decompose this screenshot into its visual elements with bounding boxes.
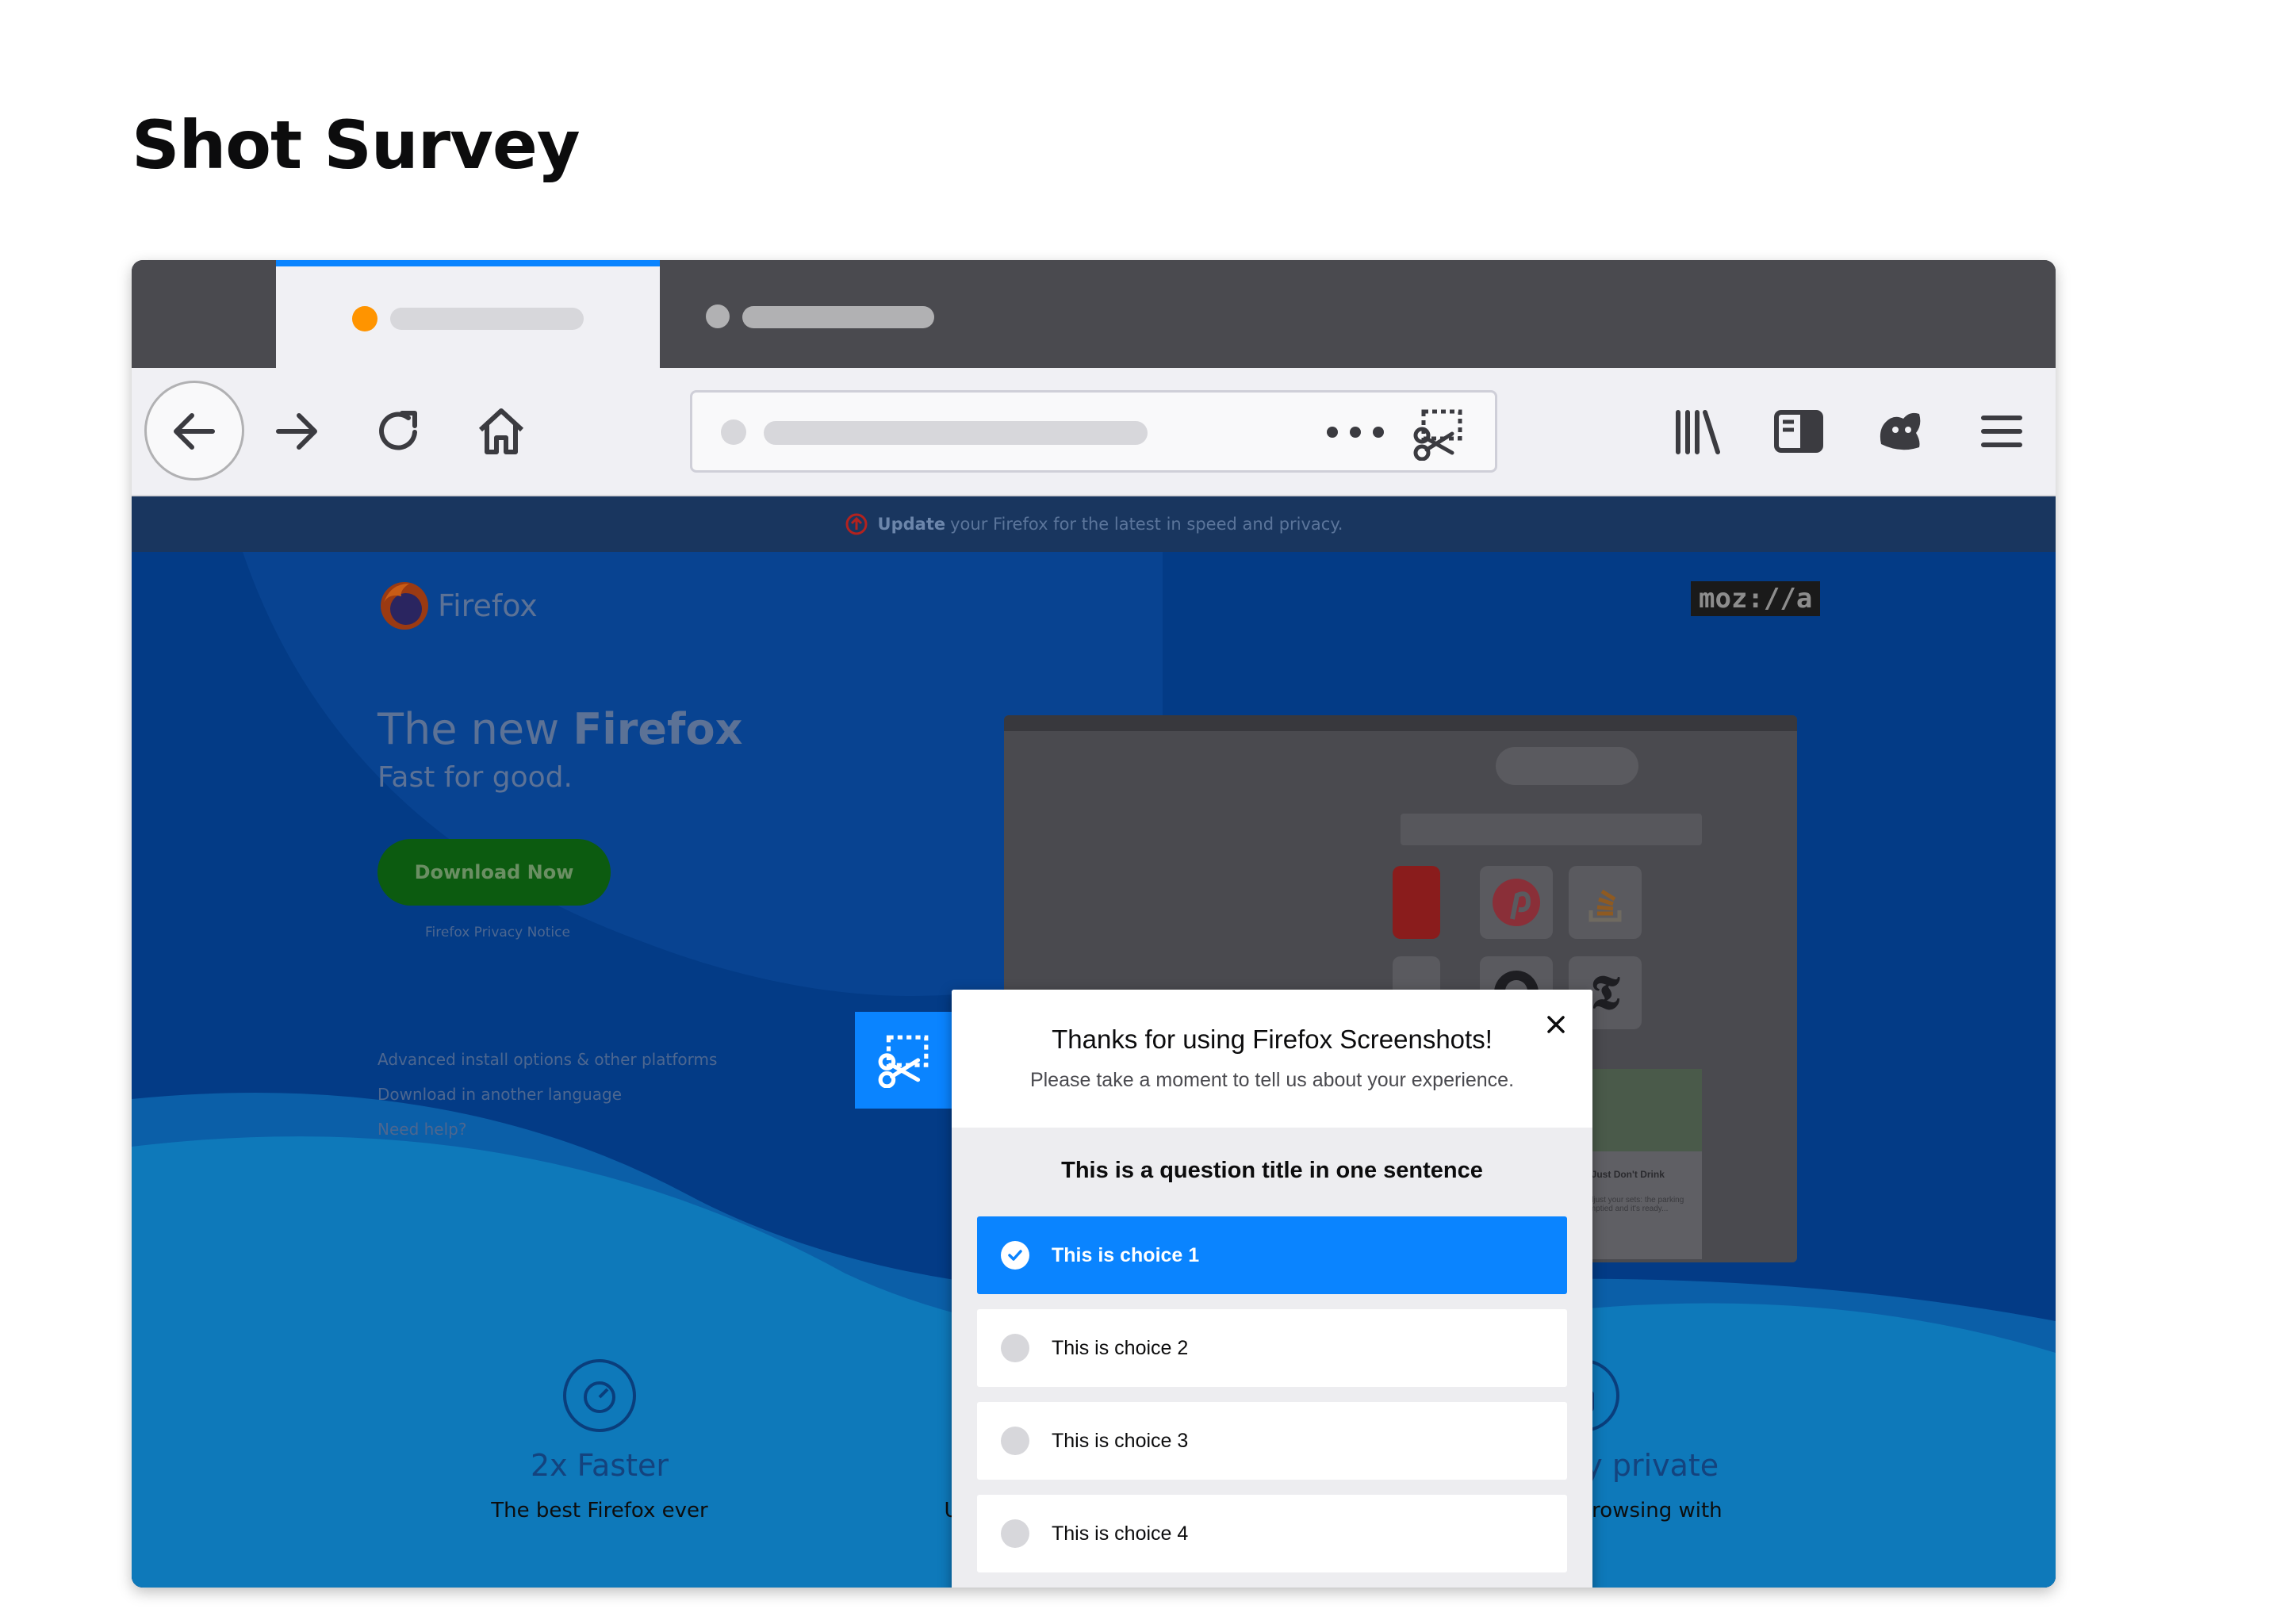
forward-arrow-icon[interactable] [260, 395, 333, 468]
url-placeholder [764, 421, 1148, 445]
choice-option-3[interactable]: This is choice 3 [977, 1402, 1567, 1480]
question-title: This is a question title in one sentence [1061, 1158, 1483, 1183]
tab-title-placeholder [390, 308, 584, 330]
screenshots-icon [878, 1035, 929, 1088]
survey-title: Thanks for using Firefox Screenshots! [1052, 1025, 1493, 1054]
tab-strip [132, 260, 2056, 368]
survey-subtitle: Please take a moment to tell us about yo… [1029, 1069, 1515, 1091]
page-actions-icon[interactable] [1327, 413, 1384, 451]
page-title: Shot Survey [132, 106, 581, 184]
checkmark-icon [1001, 1241, 1029, 1270]
url-bar[interactable] [690, 390, 1497, 473]
nav-toolbar [132, 368, 2056, 496]
survey-header: Thanks for using Firefox Screenshots! Pl… [952, 990, 1592, 1128]
tab-favicon-icon [352, 306, 377, 331]
choice-option-1[interactable]: This is choice 1 [977, 1216, 1567, 1294]
choice-label: This is choice 1 [1052, 1243, 1200, 1266]
home-icon[interactable] [465, 395, 538, 468]
choice-option-2[interactable]: This is choice 2 [977, 1309, 1567, 1387]
radio-icon [1001, 1519, 1029, 1548]
tab-favicon-icon [706, 304, 730, 328]
choice-label: This is choice 3 [1052, 1429, 1189, 1452]
choice-label: This is choice 2 [1052, 1336, 1189, 1359]
radio-icon [1001, 1334, 1029, 1362]
close-icon[interactable] [1540, 1009, 1572, 1040]
library-icon[interactable] [1661, 395, 1734, 468]
survey-dialog: Thanks for using Firefox Screenshots! Pl… [952, 990, 1592, 1588]
sidebar-icon[interactable] [1762, 395, 1835, 468]
radio-icon [1001, 1427, 1029, 1455]
choice-label: This is choice 4 [1052, 1522, 1189, 1545]
reload-icon[interactable] [362, 395, 435, 468]
tab-title-placeholder [742, 306, 934, 328]
screenshots-icon[interactable] [1411, 407, 1465, 462]
tab-inactive[interactable] [660, 260, 1044, 368]
account-icon[interactable] [1864, 395, 1937, 468]
site-identity-icon [721, 419, 746, 445]
menu-icon[interactable] [1965, 395, 2038, 468]
tab-active[interactable] [276, 260, 660, 368]
screenshots-badge [855, 1012, 952, 1109]
back-arrow-icon[interactable] [158, 395, 231, 468]
choice-option-4[interactable]: This is choice 4 [977, 1495, 1567, 1572]
browser-mockup: Update your Firefox for the latest in sp… [132, 260, 2056, 1588]
